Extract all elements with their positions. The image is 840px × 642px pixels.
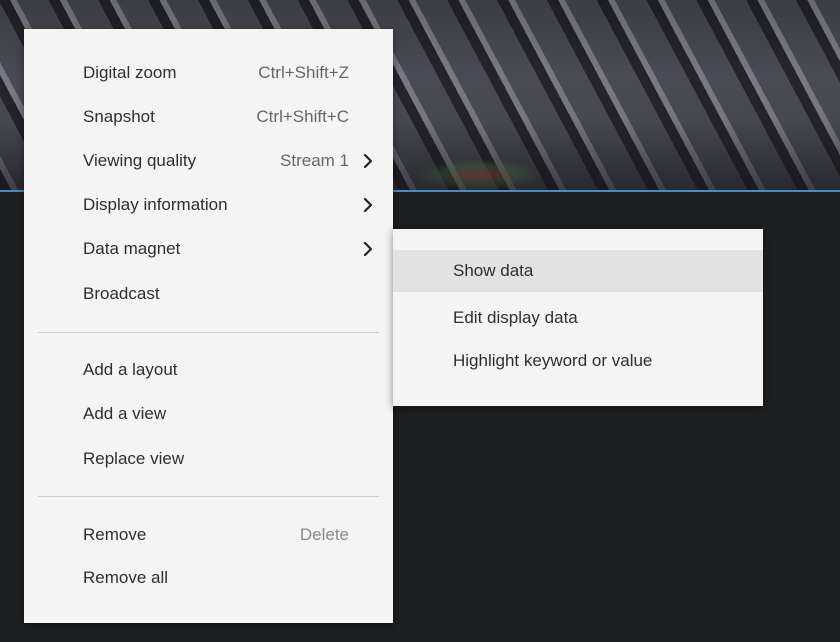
menu-item-label: Add a view	[83, 404, 167, 423]
submenu-item-label: Show data	[453, 261, 534, 280]
menu-item-label: Remove all	[83, 568, 169, 587]
menu-item-label: Display information	[83, 195, 228, 214]
menu-item-snapshot[interactable]: Snapshot Ctrl+Shift+C	[24, 95, 393, 139]
menu-separator	[38, 332, 379, 333]
menu-item-broadcast[interactable]: Broadcast	[24, 272, 393, 316]
menu-item-replace-view[interactable]: Replace view	[24, 437, 393, 481]
menu-item-label: Broadcast	[83, 284, 160, 303]
submenu-item-edit-display-data[interactable]: Edit display data	[393, 297, 763, 339]
menu-item-shortcut: Ctrl+Shift+Z	[258, 63, 349, 82]
menu-item-shortcut: Delete	[299, 525, 349, 544]
menu-item-viewing-quality[interactable]: Viewing quality Stream 1	[24, 139, 393, 183]
menu-item-remove-all[interactable]: Remove all	[24, 556, 393, 600]
menu-item-remove[interactable]: Remove Delete	[24, 513, 393, 557]
chevron-right-icon	[363, 241, 373, 257]
submenu-item-label: Highlight keyword or value	[453, 351, 653, 370]
menu-item-label: Data magnet	[83, 239, 181, 258]
submenu-item-highlight-keyword[interactable]: Highlight keyword or value	[393, 340, 763, 382]
submenu-item-label: Edit display data	[453, 308, 578, 327]
menu-item-display-information[interactable]: Display information	[24, 183, 393, 227]
submenu-item-show-data[interactable]: Show data	[393, 250, 763, 292]
chevron-right-icon	[363, 153, 373, 169]
chevron-right-icon	[363, 197, 373, 213]
menu-item-label: Digital zoom	[83, 63, 177, 82]
data-magnet-submenu: Show data Edit display data Highlight ke…	[393, 229, 763, 406]
menu-item-label: Add a layout	[83, 360, 178, 379]
menu-item-label: Remove	[83, 525, 147, 544]
menu-item-label: Replace view	[83, 449, 185, 468]
context-menu: Digital zoom Ctrl+Shift+Z Snapshot Ctrl+…	[24, 29, 393, 623]
menu-item-add-layout[interactable]: Add a layout	[24, 348, 393, 392]
menu-item-data-magnet[interactable]: Data magnet	[24, 227, 393, 271]
menu-item-label: Viewing quality	[83, 151, 197, 170]
menu-item-add-view[interactable]: Add a view	[24, 392, 393, 436]
menu-separator	[38, 496, 379, 497]
menu-item-digital-zoom[interactable]: Digital zoom Ctrl+Shift+Z	[24, 51, 393, 95]
menu-item-label: Snapshot	[83, 107, 155, 126]
menu-item-shortcut: Ctrl+Shift+C	[256, 107, 349, 126]
menu-item-current-value: Stream 1	[280, 151, 349, 170]
